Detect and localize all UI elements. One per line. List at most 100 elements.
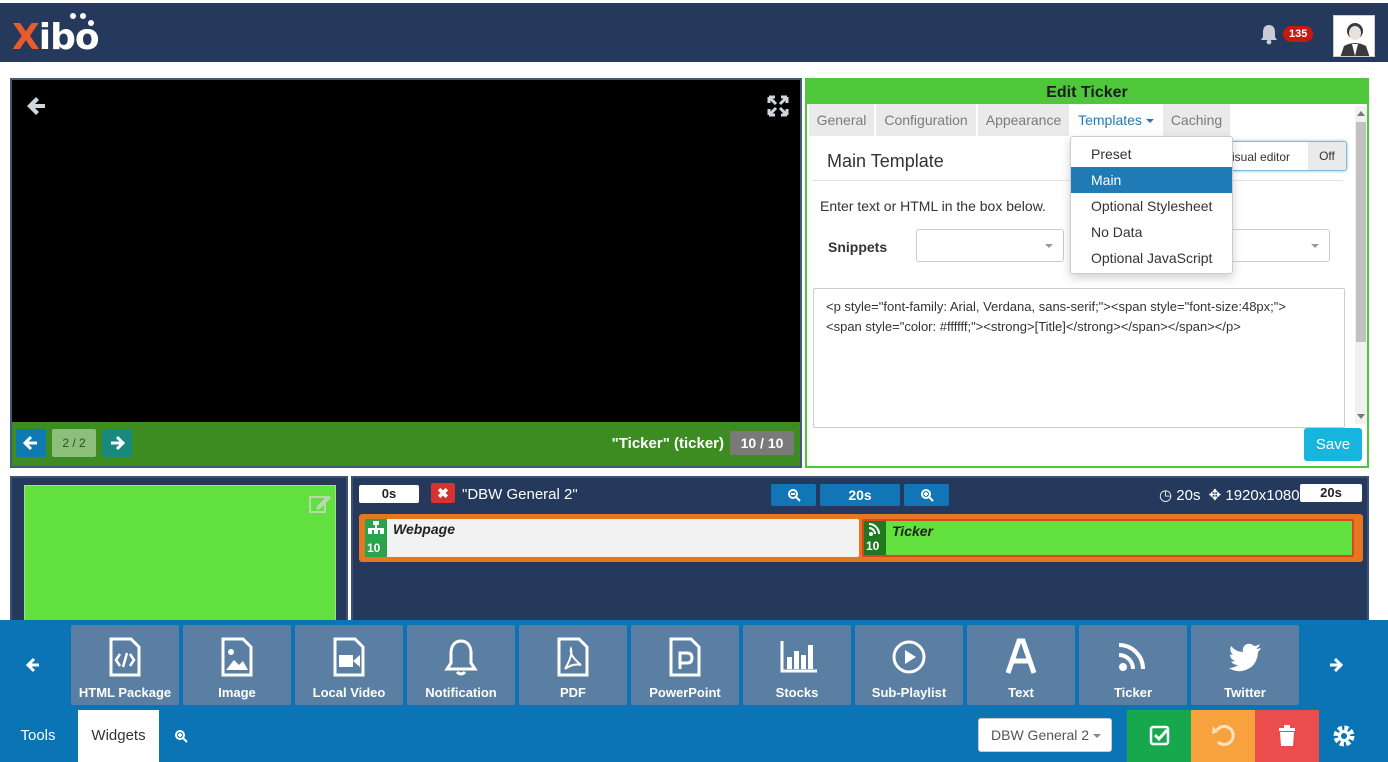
widget-ticker[interactable]: 10 Ticker (862, 519, 1354, 557)
menu-item-optional-stylesheet[interactable]: Optional Stylesheet (1071, 193, 1232, 219)
widget-tile-local-video[interactable]: Local Video (295, 625, 403, 705)
snippets-label: Snippets (828, 239, 888, 255)
xibo-logo[interactable]: Xibo (12, 17, 100, 58)
templates-dropdown-menu: Preset Main Optional Stylesheet No Data … (1070, 136, 1233, 274)
tab-general[interactable]: General (809, 104, 875, 136)
widget-tile-html-package[interactable]: HTML Package (71, 625, 179, 705)
logo-letter-x: X (12, 17, 40, 58)
widget-ticker-count: 10 (866, 539, 880, 553)
widget-tile-notification[interactable]: Notification (407, 625, 515, 705)
toolbar-next-button[interactable] (1303, 620, 1369, 710)
widget-tile-stocks[interactable]: Stocks (743, 625, 851, 705)
scroll-down-icon[interactable] (1357, 414, 1365, 419)
timeline-panel: 0s ✖ "DBW General 2" 20s ◷ 20s ✥ 1920x10… (351, 476, 1369, 626)
notification-count-badge[interactable]: 135 (1283, 26, 1314, 42)
widget-toolbar: HTML Package Image Local Video Notificat… (0, 620, 1388, 710)
tab-configuration[interactable]: Configuration (876, 104, 977, 136)
section-title: Main Template (827, 151, 944, 171)
tab-templates[interactable]: Templates (1071, 104, 1162, 136)
check-square-icon (1149, 725, 1170, 746)
toolbar-prev-button[interactable] (0, 620, 66, 710)
arrow-right-icon (1330, 657, 1344, 673)
search-icon (175, 730, 188, 743)
layout-resolution: 1920x1080 (1225, 487, 1300, 504)
menu-item-main[interactable]: Main (1071, 167, 1232, 193)
widget-webpage[interactable]: 10 Webpage (365, 519, 859, 557)
menu-item-optional-javascript[interactable]: Optional JavaScript (1071, 245, 1232, 271)
play-circle-icon (892, 640, 926, 674)
undo-icon (1212, 725, 1235, 746)
zoom-out-button[interactable] (771, 484, 816, 506)
visual-editor-state[interactable]: Off (1308, 142, 1346, 170)
layout-info: ◷ 20s ✥ 1920x1080 (1159, 486, 1300, 504)
widget-tile-image[interactable]: Image (183, 625, 291, 705)
tile-label: Local Video (312, 685, 386, 700)
panel-title: Edit Ticker (807, 80, 1367, 104)
playlist-name: "DBW General 2" (462, 486, 578, 503)
tile-label: HTML Package (78, 685, 172, 700)
bell-icon (444, 639, 478, 676)
publish-button[interactable] (1127, 710, 1191, 762)
edit-region-icon[interactable] (308, 492, 332, 514)
fullscreen-icon[interactable] (766, 94, 790, 118)
previous-widget-button[interactable] (16, 429, 46, 457)
panel-scrollbar[interactable] (1355, 106, 1367, 424)
scrollbar-thumb[interactable] (1356, 122, 1366, 342)
scroll-up-icon[interactable] (1357, 111, 1365, 116)
current-widget-label: "Ticker" (ticker) (611, 435, 724, 452)
bell-icon[interactable] (1258, 23, 1280, 45)
rss-icon: 10 (864, 521, 886, 555)
undo-button[interactable] (1191, 710, 1255, 762)
caret-down-icon (1145, 119, 1154, 124)
tab-caching[interactable]: Caching (1163, 104, 1231, 136)
tile-label: Ticker (1113, 685, 1153, 700)
layout-select[interactable]: DBW General 2 (978, 718, 1112, 752)
widget-tile-text[interactable]: Text (967, 625, 1075, 705)
rss-icon (1118, 643, 1145, 671)
snippets-select[interactable] (916, 229, 1064, 262)
user-avatar[interactable] (1333, 15, 1375, 57)
template-code-editor[interactable]: <p style="font-family: Arial, Verdana, s… (813, 288, 1345, 428)
tab-tools[interactable]: Tools (0, 710, 76, 762)
save-button[interactable]: Save (1304, 428, 1362, 461)
file-pdf-icon (557, 637, 589, 677)
back-arrow-icon[interactable] (24, 94, 48, 118)
tab-widgets[interactable]: Widgets (78, 710, 159, 762)
tile-label: PowerPoint (649, 685, 721, 700)
delete-layout-button[interactable] (1255, 710, 1319, 762)
widget-count: 10 / 10 (730, 431, 794, 455)
preview-navigation-bar: 2 / 2 "Ticker" (ticker) 10 / 10 (12, 422, 800, 466)
chevron-down-icon (1311, 244, 1319, 248)
zoom-level[interactable]: 20s (820, 484, 900, 506)
settings-button[interactable] (1319, 710, 1383, 762)
menu-item-no-data[interactable]: No Data (1071, 219, 1232, 245)
zoom-in-icon (920, 489, 934, 502)
menu-item-preset[interactable]: Preset (1071, 141, 1232, 167)
zoom-in-button[interactable] (904, 484, 949, 506)
visual-editor-label: isual editor (1232, 150, 1291, 164)
clock-icon: ◷ (1159, 487, 1173, 504)
tab-appearance[interactable]: Appearance (978, 104, 1070, 136)
code-line-1: <p style="font-family: Arial, Verdana, s… (826, 299, 1286, 314)
bottom-toolbar: Tools Widgets DBW General 2 (0, 710, 1388, 762)
widget-tile-twitter[interactable]: Twitter (1191, 625, 1299, 705)
twitter-bird-icon (1229, 643, 1261, 672)
widget-tile-ticker[interactable]: Ticker (1079, 625, 1187, 705)
widget-tile-powerpoint[interactable]: PowerPoint (631, 625, 739, 705)
region-thumbnail[interactable] (24, 485, 336, 625)
region-panel (10, 476, 348, 626)
font-icon (1005, 638, 1037, 674)
widget-tile-sub-playlist[interactable]: Sub-Playlist (855, 625, 963, 705)
visual-editor-toggle[interactable]: isual editor Off (1227, 141, 1347, 171)
widget-webpage-count: 10 (367, 541, 381, 555)
code-line-2: <span style="color: #ffffff;"><strong>[T… (826, 319, 1241, 334)
widget-ticker-name: Ticker (892, 523, 933, 539)
region-track: 10 Webpage 10 Ticker (359, 514, 1363, 562)
file-video-icon (333, 637, 365, 677)
next-widget-button[interactable] (102, 429, 132, 457)
widget-webpage-name: Webpage (393, 521, 455, 537)
widget-tile-pdf[interactable]: PDF (519, 625, 627, 705)
arrow-left-icon (25, 657, 39, 673)
delete-region-button[interactable]: ✖ (431, 483, 455, 503)
search-button[interactable] (162, 710, 200, 762)
